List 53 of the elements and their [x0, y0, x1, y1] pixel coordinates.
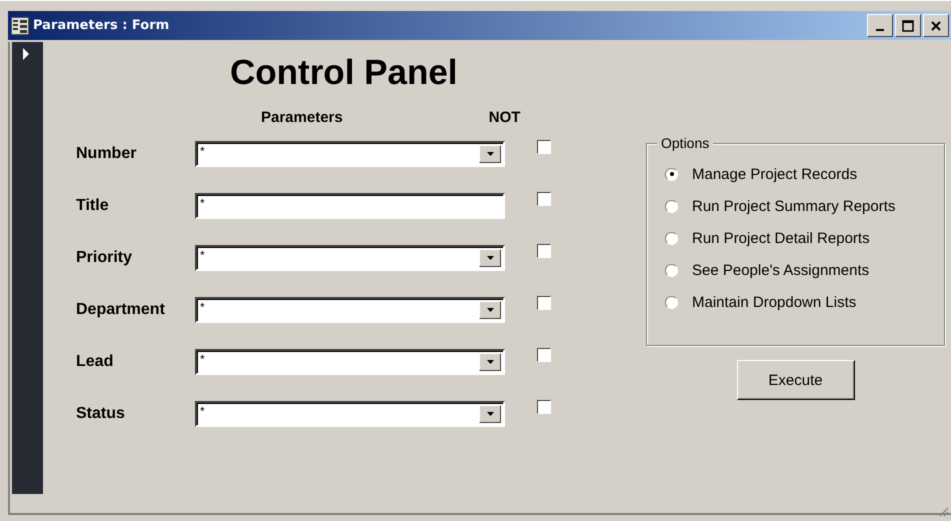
maximize-button[interactable]: [895, 14, 921, 37]
field-label: Title: [76, 197, 110, 215]
option-label[interactable]: See People's Assignments: [692, 262, 870, 278]
radio-button[interactable]: [665, 264, 678, 276]
caret-icon: [486, 256, 494, 260]
dropdown-button[interactable]: [479, 145, 501, 163]
record-pointer-icon: [23, 48, 29, 60]
combo-box[interactable]: *: [195, 245, 505, 271]
group-title: Options: [657, 135, 714, 151]
combo-box[interactable]: *: [195, 401, 505, 427]
not-checkbox[interactable]: [537, 348, 551, 362]
not-checkbox[interactable]: [537, 400, 551, 414]
radio-button[interactable]: [665, 200, 678, 212]
close-button[interactable]: [923, 14, 949, 37]
caret-icon: [486, 152, 494, 156]
form-heading: Control Panel: [230, 53, 459, 93]
field-label: Number: [76, 145, 138, 163]
field-label: Status: [76, 405, 126, 423]
minimize-icon: [876, 28, 884, 30]
column-heading: Parameters: [261, 108, 343, 126]
option-label[interactable]: Run Project Detail Reports: [692, 230, 870, 246]
caret-icon: [486, 360, 494, 364]
not-checkbox[interactable]: [537, 296, 551, 310]
dropdown-button[interactable]: [479, 353, 501, 371]
column-heading: NOT: [488, 108, 520, 126]
combo-box[interactable]: *: [195, 297, 505, 323]
minimize-button[interactable]: [867, 14, 893, 37]
option-label[interactable]: Maintain Dropdown Lists: [692, 294, 856, 310]
text-field[interactable]: *: [195, 193, 505, 219]
radio-button[interactable]: [665, 232, 678, 244]
close-icon: [931, 20, 941, 30]
not-checkbox[interactable]: [537, 140, 551, 154]
field-label: Department: [76, 301, 166, 319]
dropdown-button[interactable]: [479, 249, 501, 267]
radio-button[interactable]: [665, 296, 678, 308]
caret-icon: [486, 308, 494, 312]
window-title: Parameters : Form: [33, 18, 170, 33]
combo-box[interactable]: *: [195, 141, 505, 167]
combo-box[interactable]: *: [195, 349, 505, 375]
radio-button[interactable]: [665, 168, 678, 180]
resize-grip-icon[interactable]: [937, 505, 949, 517]
field-label: Lead: [76, 353, 114, 371]
not-checkbox[interactable]: [537, 244, 551, 258]
caret-icon: [486, 412, 494, 416]
dropdown-button[interactable]: [479, 301, 501, 319]
dropdown-button[interactable]: [479, 405, 501, 423]
maximize-icon: [902, 20, 914, 32]
not-checkbox[interactable]: [537, 192, 551, 206]
option-label[interactable]: Manage Project Records: [692, 166, 858, 182]
execute-button[interactable]: Execute: [736, 360, 854, 400]
option-label[interactable]: Run Project Summary Reports: [692, 198, 896, 214]
form-icon: [11, 16, 29, 34]
field-label: Priority: [76, 249, 134, 267]
